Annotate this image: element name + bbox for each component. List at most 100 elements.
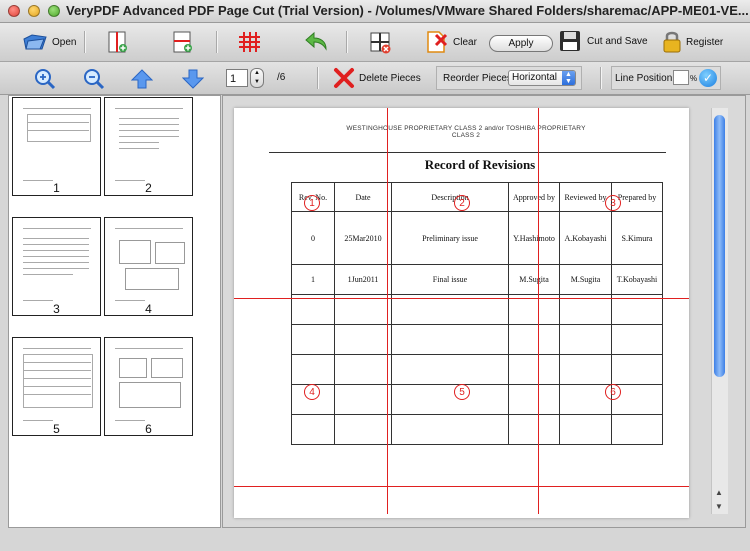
cut-and-save-label: Cut and Save [587, 35, 648, 47]
table-cell: Final issue [391, 264, 509, 295]
document-title: Record of Revisions [424, 157, 536, 172]
table-cell: 0 [291, 211, 335, 265]
clear-label: Clear [453, 36, 477, 48]
table-cell: 1Jun2011 [334, 264, 392, 295]
table-cell: Y.Hashimoto [508, 211, 560, 265]
select-arrows-icon: ▲ ▼ [562, 71, 575, 85]
save-disk-icon [560, 31, 580, 51]
table-cell: M.Sugita [559, 264, 612, 295]
horizontal-cut-icon [173, 31, 192, 53]
close-window-button[interactable] [8, 5, 20, 17]
table-row [291, 354, 663, 385]
horizontal-cut-line[interactable] [234, 486, 689, 487]
table-cell: A.Kobayashi [559, 211, 612, 265]
table-row [291, 294, 663, 325]
open-button[interactable]: Open [22, 31, 76, 53]
vertical-cut-line[interactable] [538, 108, 539, 514]
clear-button[interactable]: Clear [425, 29, 477, 55]
previous-page-button[interactable] [131, 68, 153, 90]
register-button[interactable]: Register [662, 30, 723, 54]
undo-button[interactable] [304, 31, 330, 53]
reorder-direction-select[interactable]: Horizontal ▲ ▼ [508, 70, 576, 86]
arrow-up-icon [131, 69, 153, 89]
title-bar: VeryPDF Advanced PDF Page Cut (Trial Ver… [0, 0, 750, 23]
thumbnail-number: 1 [53, 181, 60, 195]
apply-button[interactable]: Apply [489, 35, 553, 52]
page-number-input[interactable]: 1 [226, 69, 248, 87]
scroll-up-arrow-icon[interactable]: ▲ [711, 486, 727, 499]
confirm-check-icon[interactable]: ✓ [699, 69, 717, 87]
zoom-out-button[interactable] [83, 68, 105, 90]
open-label: Open [52, 36, 77, 48]
page-stepper[interactable]: ▲ ▼ [250, 68, 264, 88]
grid-lines-button[interactable] [237, 31, 261, 53]
arrow-down-icon [182, 69, 204, 89]
toolbar-separator [346, 31, 348, 53]
zoom-window-button[interactable] [48, 5, 60, 17]
column-header: Description [391, 182, 509, 212]
thumbnail-number: 4 [145, 302, 152, 316]
piece-marker: 2 [454, 195, 470, 211]
lock-icon [663, 31, 681, 53]
table-row [291, 414, 663, 445]
minimize-window-button[interactable] [28, 5, 40, 17]
remove-line-button[interactable] [369, 31, 393, 55]
table-cell: M.Sugita [508, 264, 560, 295]
percent-label: % [690, 74, 698, 83]
line-position-input[interactable] [673, 70, 689, 85]
vertical-cut-line[interactable] [387, 108, 388, 514]
document-header: WESTINGHOUSE PROPRIETARY CLASS 2 and/or … [346, 125, 586, 139]
table-row [291, 324, 663, 355]
table-cell: S.Kimura [611, 211, 663, 265]
toolbar-separator [317, 67, 319, 89]
piece-marker: 4 [304, 384, 320, 400]
piece-marker: 6 [605, 384, 621, 400]
undo-arrow-icon [305, 31, 327, 51]
zoom-in-button[interactable] [34, 68, 56, 90]
window-title: VeryPDF Advanced PDF Page Cut (Trial Ver… [66, 3, 749, 18]
delete-pieces-button[interactable]: Delete Pieces [333, 67, 421, 89]
piece-marker: 1 [304, 195, 320, 211]
open-folder-icon [23, 34, 47, 50]
toolbar-separator [600, 67, 602, 89]
table-cell: 1 [291, 264, 335, 295]
table-cell: Preliminary issue [391, 211, 509, 265]
remove-line-icon [370, 32, 391, 54]
column-header: Approved by [508, 182, 560, 212]
delete-x-icon [334, 68, 354, 88]
scroll-down-arrow-icon[interactable]: ▼ [711, 500, 727, 513]
toolbar-separator [216, 31, 218, 53]
main-toolbar: Open Clear Cut and Save Register [0, 23, 750, 62]
cut-and-save-button[interactable]: Cut and Save [559, 30, 648, 52]
table-cell: 25Mar2010 [334, 211, 392, 265]
next-page-button[interactable] [182, 68, 204, 90]
thumbnail-number: 3 [53, 302, 60, 316]
vertical-cut-icon [108, 31, 127, 53]
thumbnail-number: 6 [145, 422, 152, 436]
piece-marker: 5 [454, 384, 470, 400]
line-position-label: Line Position : [615, 73, 678, 84]
reorder-pieces-label: Reorder Pieces: [443, 73, 515, 84]
delete-pieces-label: Delete Pieces [359, 72, 421, 84]
horizontal-cut-line[interactable] [234, 298, 689, 299]
document-rule [269, 152, 666, 153]
clear-document-icon [427, 31, 448, 53]
table-row: 1 1Jun2011 Final issue M.Sugita M.Sugita… [291, 264, 663, 295]
add-horizontal-line-button[interactable] [172, 30, 194, 54]
zoom-in-icon [35, 69, 56, 90]
toolbar-separator [84, 31, 86, 53]
table-row: 0 25Mar2010 Preliminary issue Y.Hashimot… [291, 211, 663, 265]
revisions-table: Rev. No. Date Description Approved by Re… [291, 182, 663, 445]
thumbnail-number: 2 [145, 181, 152, 195]
page-total: /6 [277, 72, 286, 83]
column-header: Reviewed by [559, 182, 612, 212]
scrollbar-thumb[interactable] [714, 115, 725, 377]
table-cell: T.Kobayashi [611, 264, 663, 295]
grid-icon [239, 32, 260, 52]
piece-marker: 3 [605, 195, 621, 211]
column-header: Date [334, 182, 392, 212]
add-vertical-line-button[interactable] [107, 30, 129, 54]
register-label: Register [686, 36, 724, 48]
thumbnail-number: 5 [53, 422, 60, 436]
zoom-out-icon [84, 69, 105, 90]
